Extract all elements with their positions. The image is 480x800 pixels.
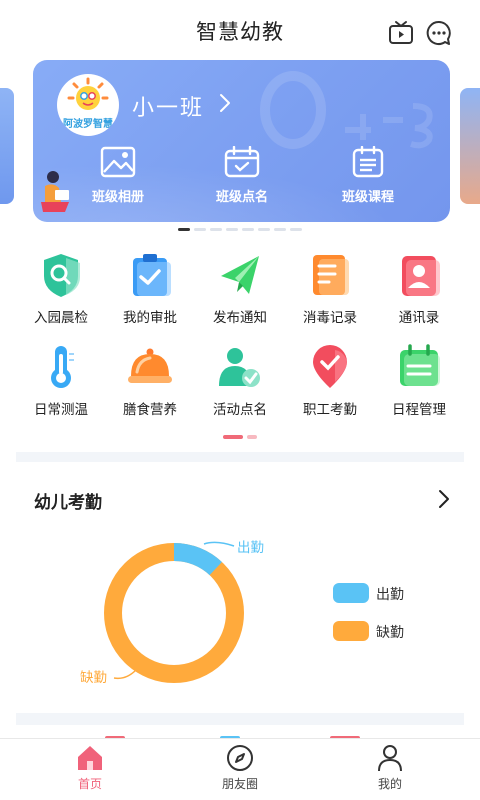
absent-slice bbox=[104, 543, 244, 683]
class-course-button[interactable]: 班级课程 bbox=[323, 146, 413, 205]
calendar-icon bbox=[400, 344, 440, 386]
food-cloche-icon bbox=[128, 348, 172, 383]
class-album-button[interactable]: 班级相册 bbox=[73, 146, 163, 205]
disinfection-record-label: 消毒记录 bbox=[303, 310, 357, 326]
class-roll-call-label: 班级点名 bbox=[215, 190, 268, 205]
shield-search-icon bbox=[44, 254, 80, 297]
next-banner-card[interactable] bbox=[460, 88, 480, 204]
bottom-tab-bar: 首页 朋友圈 我的 bbox=[0, 738, 480, 800]
contacts-icon bbox=[402, 256, 440, 296]
tab-moments[interactable]: 朋友圈 bbox=[190, 743, 290, 792]
banner-watermark bbox=[260, 71, 433, 149]
app-header: 智慧幼教 bbox=[0, 0, 480, 60]
staff-attendance-label: 职工考勤 bbox=[303, 402, 357, 418]
person-icon bbox=[378, 745, 402, 772]
schedule-list-icon bbox=[352, 146, 384, 178]
disinfection-record-button[interactable]: 消毒记录 bbox=[285, 250, 375, 338]
publish-notice-label: 发布通知 bbox=[213, 310, 267, 326]
daily-temperature-label: 日常测温 bbox=[34, 402, 88, 418]
class-course-label: 班级课程 bbox=[341, 190, 394, 205]
activity-roll-call-label: 活动点名 bbox=[213, 402, 267, 418]
my-approval-label: 我的审批 bbox=[123, 310, 177, 326]
staff-attendance-button[interactable]: 职工考勤 bbox=[285, 342, 375, 430]
class-album-label: 班级相册 bbox=[91, 190, 144, 205]
activity-roll-call-button[interactable]: 活动点名 bbox=[195, 342, 285, 430]
legend-label-absent: 缺勤 bbox=[376, 625, 404, 641]
section-divider bbox=[16, 713, 464, 725]
class-roll-call-button[interactable]: 班级点名 bbox=[197, 146, 287, 205]
present-slice-label: 出勤 bbox=[237, 540, 264, 556]
class-banner[interactable]: 阿波罗智慧 小一班 班级相册 班级点名 班级课程 bbox=[33, 60, 450, 222]
my-approval-button[interactable]: 我的审批 bbox=[105, 250, 195, 338]
tab-moments-label: 朋友圈 bbox=[221, 777, 258, 791]
legend-swatch-absent bbox=[333, 621, 369, 641]
grid-page-indicator bbox=[0, 435, 480, 439]
legend-swatch-present bbox=[333, 583, 369, 603]
photo-icon bbox=[100, 146, 136, 178]
tab-me-label: 我的 bbox=[377, 777, 402, 791]
attendance-donut-chart: 出勤 缺勤 bbox=[80, 540, 264, 686]
compass-icon bbox=[227, 745, 253, 771]
daily-temperature-button[interactable]: 日常测温 bbox=[16, 342, 106, 430]
schedule-management-label: 日程管理 bbox=[392, 402, 446, 418]
calendar-check-icon bbox=[224, 146, 260, 178]
meal-nutrition-button[interactable]: 膳食营养 bbox=[105, 342, 195, 430]
present-leader-line bbox=[203, 541, 235, 547]
tab-me[interactable]: 我的 bbox=[340, 743, 440, 792]
tv-icon[interactable] bbox=[388, 20, 414, 46]
paper-plane-icon bbox=[221, 256, 259, 294]
school-logo-text: 阿波罗智慧 bbox=[63, 119, 113, 130]
child-attendance-title[interactable]: 幼儿考勤 bbox=[34, 488, 102, 513]
schedule-management-button[interactable]: 日程管理 bbox=[374, 342, 464, 430]
class-name[interactable]: 小一班 bbox=[132, 90, 204, 122]
prev-banner-card[interactable] bbox=[0, 88, 14, 204]
publish-notice-button[interactable]: 发布通知 bbox=[195, 250, 285, 338]
tab-home-label: 首页 bbox=[77, 777, 102, 791]
contacts-button[interactable]: 通讯录 bbox=[374, 250, 464, 338]
absent-slice-label: 缺勤 bbox=[80, 670, 107, 686]
message-icon[interactable] bbox=[426, 20, 452, 46]
home-icon bbox=[78, 746, 102, 770]
meal-nutrition-label: 膳食营养 bbox=[123, 402, 177, 418]
clipboard-check-icon bbox=[133, 254, 171, 296]
contacts-label: 通讯录 bbox=[398, 310, 440, 326]
legend-label-present: 出勤 bbox=[376, 587, 404, 603]
class-banner-carousel[interactable]: 阿波罗智慧 小一班 班级相册 班级点名 班级课程 bbox=[0, 60, 480, 230]
chevron-right-icon[interactable] bbox=[218, 92, 232, 114]
tab-home[interactable]: 首页 bbox=[40, 743, 140, 792]
morning-check-label: 入园晨检 bbox=[34, 310, 88, 326]
reading-child-illustration bbox=[41, 171, 69, 212]
section-divider bbox=[16, 452, 464, 462]
location-heart-icon bbox=[313, 345, 348, 388]
thermometer-icon bbox=[51, 346, 74, 388]
document-icon bbox=[313, 255, 349, 295]
morning-check-button[interactable]: 入园晨检 bbox=[16, 250, 106, 338]
chevron-right-icon[interactable] bbox=[437, 488, 451, 510]
banner-carousel-indicator bbox=[0, 228, 480, 232]
school-logo: 阿波罗智慧 bbox=[57, 74, 119, 136]
absent-leader-line bbox=[113, 669, 137, 680]
user-check-icon bbox=[219, 348, 260, 387]
